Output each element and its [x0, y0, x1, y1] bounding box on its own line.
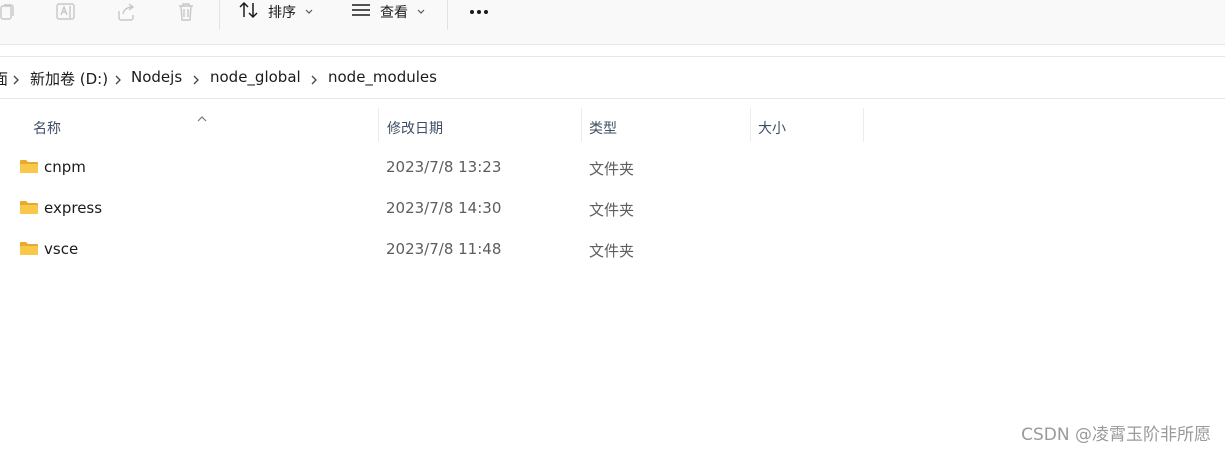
column-divider[interactable]	[750, 108, 751, 142]
folder-icon	[19, 199, 39, 219]
column-modified[interactable]: 修改日期	[387, 118, 443, 138]
toolbar-divider	[447, 0, 448, 30]
file-modified: 2023/7/8 11:48	[386, 240, 502, 258]
folder-icon	[19, 240, 39, 260]
file-type: 文件夹	[589, 160, 635, 178]
file-type: 文件夹	[589, 242, 635, 260]
file-modified: 2023/7/8 14:30	[386, 199, 502, 217]
column-divider[interactable]	[863, 108, 864, 142]
column-header-row: 名称 修改日期 类型 大小	[0, 108, 1225, 144]
breadcrumb-item-drive-d[interactable]: 新加卷 (D:)	[30, 68, 108, 89]
rename-icon[interactable]	[53, 0, 79, 24]
column-divider[interactable]	[581, 108, 582, 142]
breadcrumb-item-node-global[interactable]: node_global	[210, 68, 301, 86]
folder-icon	[19, 158, 39, 178]
view-label: 查看	[380, 5, 408, 21]
watermark: CSDN @凌霄玉阶非所愿	[1021, 425, 1211, 445]
delete-icon[interactable]	[173, 0, 199, 24]
file-row[interactable]: cnpm 2023/7/8 13:23 文件夹	[0, 148, 1225, 188]
column-size[interactable]: 大小	[758, 118, 786, 138]
copy-icon[interactable]	[0, 0, 20, 24]
file-modified: 2023/7/8 13:23	[386, 158, 502, 176]
chevron-right-icon[interactable]	[192, 72, 200, 90]
chevron-right-icon[interactable]	[114, 72, 122, 90]
file-row[interactable]: express 2023/7/8 14:30 文件夹	[0, 189, 1225, 229]
file-type: 文件夹	[589, 201, 635, 219]
chevron-down-icon	[304, 4, 314, 20]
view-button[interactable]: 查看	[350, 0, 426, 24]
view-icon	[350, 1, 372, 23]
sort-ascending-icon	[196, 108, 208, 127]
file-name: cnpm	[44, 158, 86, 176]
column-type[interactable]: 类型	[589, 118, 617, 138]
more-options-icon[interactable]	[464, 0, 494, 24]
chevron-right-icon[interactable]	[310, 72, 318, 90]
share-icon[interactable]	[113, 0, 139, 24]
breadcrumb: 面 新加卷 (D:) Nodejs node_global node_modul…	[0, 56, 1225, 99]
chevron-right-icon[interactable]	[12, 72, 20, 90]
breadcrumb-item-node-modules[interactable]: node_modules	[328, 68, 437, 86]
column-name[interactable]: 名称	[33, 118, 61, 138]
sort-button[interactable]: 排序	[238, 0, 314, 24]
sort-icon	[238, 1, 260, 23]
breadcrumb-item-nodejs[interactable]: Nodejs	[131, 68, 182, 86]
breadcrumb-item[interactable]: 面	[0, 68, 8, 89]
toolbar-divider	[219, 0, 220, 30]
sort-label: 排序	[268, 5, 296, 21]
file-name: express	[44, 199, 103, 217]
file-row[interactable]: vsce 2023/7/8 11:48 文件夹	[0, 230, 1225, 270]
command-bar: 排序 查看	[0, 0, 1225, 45]
column-divider[interactable]	[378, 108, 379, 142]
chevron-down-icon	[416, 4, 426, 20]
file-name: vsce	[44, 240, 79, 258]
